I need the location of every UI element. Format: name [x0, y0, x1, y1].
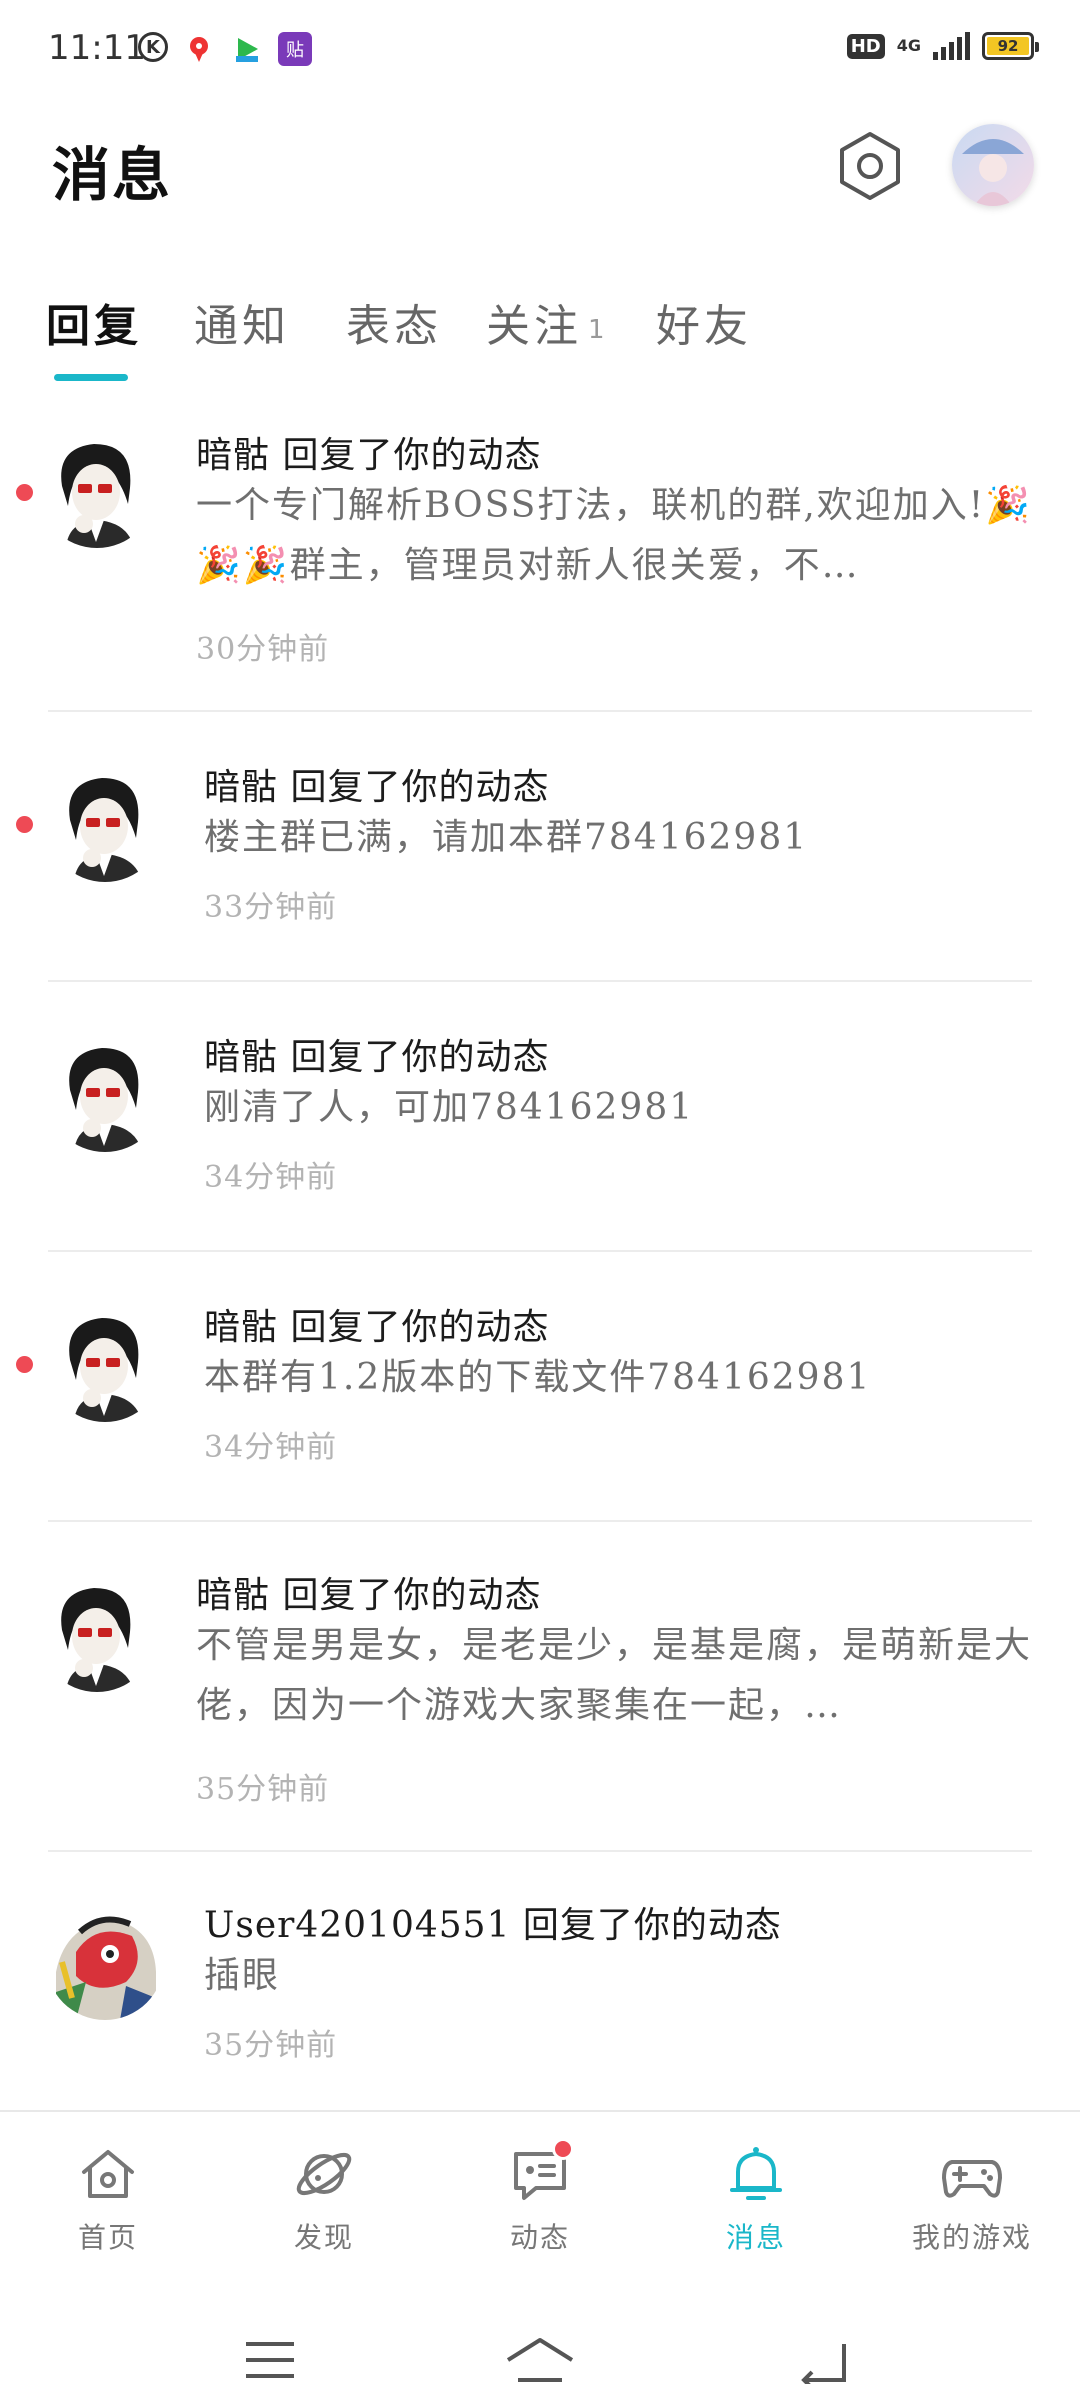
- message-body: 不管是男是女，是老是少，是基是腐，是萌新是大佬，因为一个游戏大家聚集在一起，…: [196, 1625, 1033, 1726]
- avatar[interactable]: [46, 1304, 164, 1422]
- message-title: 暗骷 回复了你的动态: [196, 435, 542, 476]
- message-title: 暗骷 回复了你的动态: [204, 1307, 550, 1348]
- avatar[interactable]: [46, 764, 164, 882]
- menu-icon[interactable]: [230, 2330, 310, 2390]
- tabs: 回复 通知 表态 关注 1 好友: [0, 270, 1080, 381]
- back-icon[interactable]: [784, 2330, 864, 2390]
- network-type: 4G: [896, 36, 921, 55]
- gamepad-icon: [940, 2142, 1004, 2206]
- tab-friends[interactable]: 好友: [656, 290, 752, 354]
- system-nav-bar: [0, 2320, 1080, 2400]
- tab-reaction[interactable]: 表态: [346, 290, 442, 354]
- nav-discover[interactable]: 发现: [244, 2142, 404, 2256]
- home-system-icon[interactable]: [500, 2330, 580, 2390]
- list-item[interactable]: 暗骷 回复了你的动态 刚清了人，可加784162981 34分钟前: [0, 982, 1080, 1252]
- message-title: User420104551 回复了你的动态: [204, 1905, 782, 1946]
- battery-level: 92: [987, 37, 1029, 55]
- message-time: 34分钟前: [204, 1430, 338, 1465]
- message-title: 暗骷 回复了你的动态: [204, 1037, 550, 1078]
- message-time: 35分钟前: [204, 2028, 338, 2063]
- planet-icon: [292, 2142, 356, 2206]
- nav-home[interactable]: 首页: [28, 2142, 188, 2256]
- sticker-icon: 贴: [278, 32, 312, 66]
- tab-follow[interactable]: 关注 1: [486, 290, 609, 354]
- signal-icon: [933, 32, 970, 60]
- message-time: 34分钟前: [204, 1160, 338, 1195]
- nav-messages-label: 消息: [725, 2221, 786, 2254]
- tab-follow-badge: 1: [588, 314, 609, 345]
- avatar[interactable]: [38, 430, 156, 548]
- page-title: 消息: [52, 141, 173, 209]
- unread-dot: [16, 1356, 33, 1373]
- message-title: 暗骷 回复了你的动态: [196, 1575, 542, 1616]
- message-body: 楼主群已满，请加本群784162981: [204, 817, 809, 858]
- avatar[interactable]: [38, 1574, 156, 1692]
- message-title: 暗骷 回复了你的动态: [204, 767, 550, 808]
- nav-home-label: 首页: [77, 2221, 138, 2254]
- feed-notification-dot: [552, 2138, 574, 2160]
- notification-icons: K 贴: [138, 32, 312, 66]
- list-item[interactable]: 暗骷 回复了你的动态 本群有1.2版本的下载文件784162981 34分钟前: [0, 1252, 1080, 1522]
- chat-icon: [508, 2138, 574, 2206]
- nav-my-games-label: 我的游戏: [911, 2221, 1032, 2254]
- list-item[interactable]: 暗骷 回复了你的动态 不管是男是女，是老是少，是基是腐，是萌新是大佬，因为一个游…: [0, 1522, 1080, 1852]
- tab-active-indicator: [54, 374, 128, 381]
- status-right: HD 4G 92: [846, 32, 1039, 60]
- user-avatar[interactable]: [952, 124, 1034, 206]
- avatar[interactable]: [46, 1902, 164, 2020]
- status-bar: 11:11 K 贴 HD 4G 92: [0, 0, 1080, 100]
- avatar[interactable]: [46, 1034, 164, 1152]
- message-body: 一个专门解析BOSS打法，联机的群,欢迎加入!🎉🎉🎉群主，管理员对新人很关爱，不…: [196, 485, 1033, 586]
- hd-badge: HD: [846, 33, 885, 59]
- status-time: 11:11: [48, 28, 146, 68]
- list-item[interactable]: 暗骷 回复了你的动态 一个专门解析BOSS打法，联机的群,欢迎加入!🎉🎉🎉群主，…: [0, 400, 1080, 712]
- message-time: 33分钟前: [204, 890, 338, 925]
- bottom-nav: 首页 发现 动态 消息 我的游戏: [0, 2110, 1080, 2320]
- video-icon: [230, 32, 264, 66]
- battery-icon: 92: [982, 32, 1039, 60]
- header: 消息: [0, 100, 1080, 240]
- unread-dot: [16, 816, 33, 833]
- tab-reply[interactable]: 回复: [46, 290, 142, 354]
- settings-hexagon-icon: [840, 132, 900, 200]
- nav-my-games[interactable]: 我的游戏: [892, 2142, 1052, 2256]
- k-icon: K: [138, 32, 168, 62]
- unread-dot: [16, 484, 33, 501]
- settings-button[interactable]: [832, 128, 908, 204]
- list-item[interactable]: User420104551 回复了你的动态 插眼 35分钟前: [0, 1852, 1080, 2112]
- map-pin-icon: [182, 32, 216, 66]
- nav-discover-label: 发现: [293, 2221, 354, 2254]
- message-body: 插眼: [204, 1955, 281, 1996]
- message-time: 30分钟前: [196, 632, 330, 667]
- tab-follow-label: 关注: [486, 301, 582, 352]
- nav-messages[interactable]: 消息: [676, 2142, 836, 2256]
- tab-notice[interactable]: 通知: [194, 290, 290, 354]
- nav-feed-label: 动态: [509, 2221, 570, 2254]
- home-icon: [76, 2142, 140, 2206]
- message-body: 本群有1.2版本的下载文件784162981: [204, 1357, 872, 1398]
- message-time: 35分钟前: [196, 1772, 330, 1807]
- list-item[interactable]: 暗骷 回复了你的动态 楼主群已满，请加本群784162981 33分钟前: [0, 712, 1080, 982]
- nav-feed[interactable]: 动态: [460, 2138, 620, 2256]
- bell-icon: [724, 2142, 788, 2206]
- message-body: 刚清了人，可加784162981: [204, 1087, 695, 1128]
